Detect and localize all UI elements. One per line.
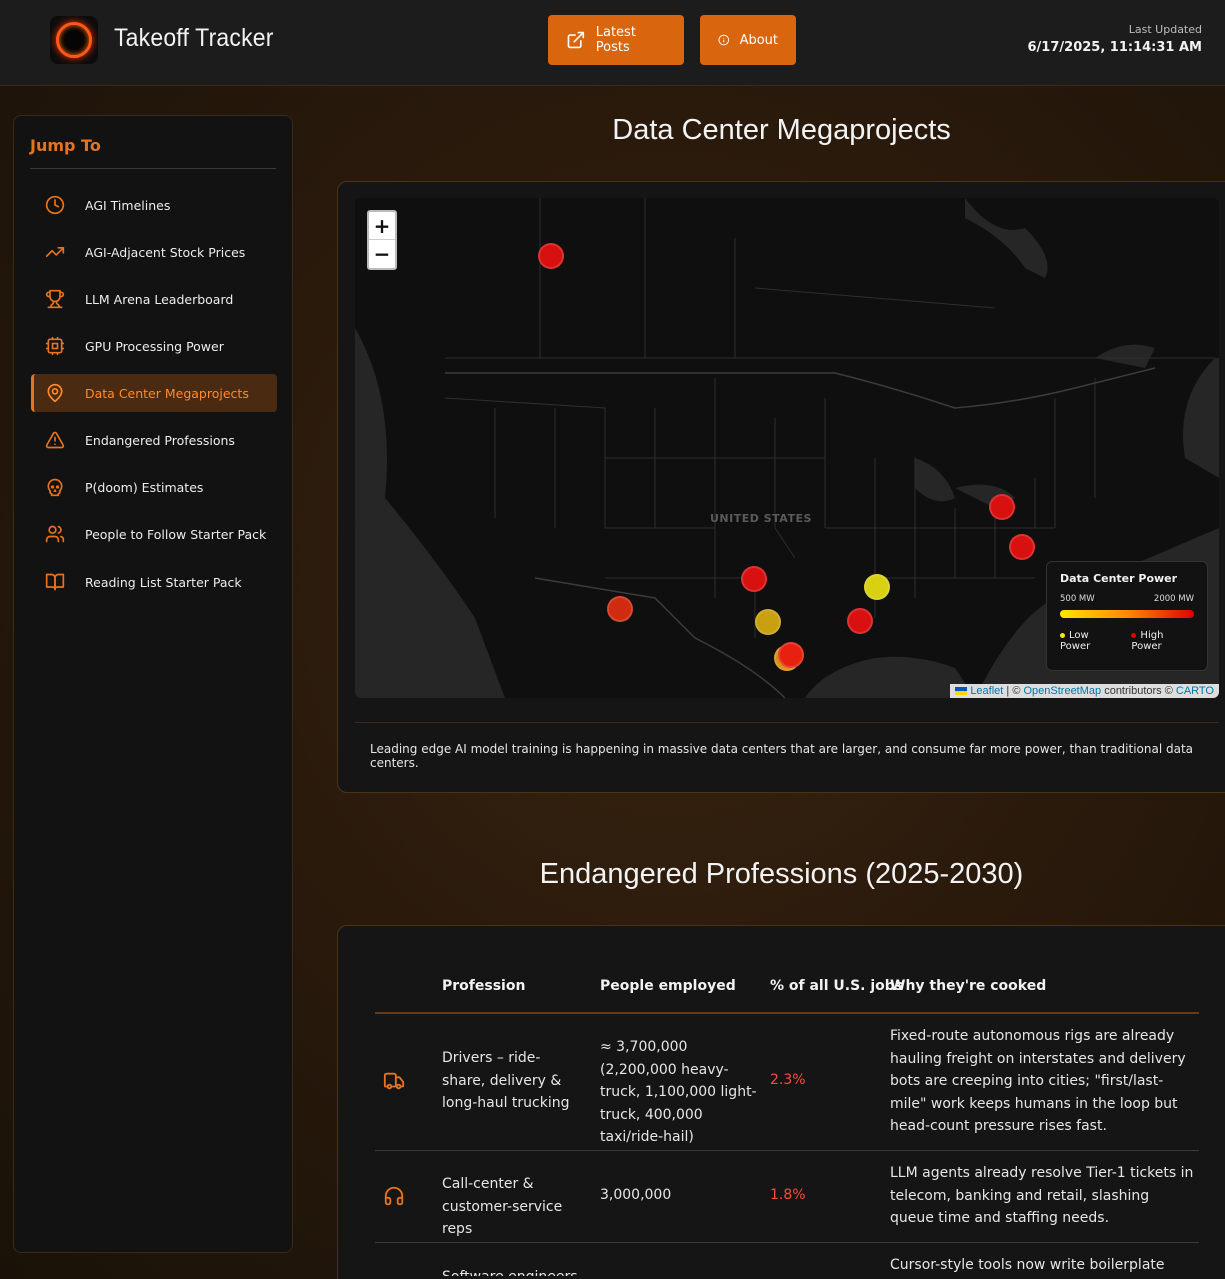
legend-gradient-bar [1060,610,1194,618]
data-center-map[interactable]: + − UNITED STATES Data Center Power 500 … [355,198,1219,698]
table-row-divider [375,1242,1199,1243]
sidebar-item-data-center[interactable]: Data Center Megaprojects [31,374,277,412]
jobs-percent: 1.8% [770,1187,806,1203]
sidebar-item-label: P(doom) Estimates [85,479,204,495]
professions-section-title: Endangered Professions (2025-2030) [539,858,1024,890]
data-center-marker[interactable] [1009,534,1035,560]
profession-name: Drivers – ride-share, delivery & long-ha… [442,1050,570,1111]
sidebar-item-label: People to Follow Starter Pack [85,526,267,542]
jobs-percent: 2.3% [770,1072,806,1088]
country-label: UNITED STATES [710,512,812,525]
map-attribution: Leaflet | © OpenStreetMap contributors ©… [950,684,1219,698]
data-center-section-title: Data Center Megaprojects [612,114,951,146]
sidebar-title: Jump To [30,136,101,155]
last-updated-value: 6/17/2025, 11:14:31 AM [1027,40,1202,55]
about-label: About [739,32,778,48]
legend-title: Data Center Power [1060,572,1178,585]
why-cooked: LLM agents already resolve Tier-1 ticket… [890,1165,1194,1226]
sidebar-item-label: Data Center Megaprojects [85,385,249,401]
about-button[interactable]: About [700,15,796,65]
table-header-rule [375,1012,1199,1014]
attribution-contributors: contributors © [1101,685,1176,697]
truck-icon [383,1072,405,1090]
data-center-marker[interactable] [538,243,564,269]
attribution-separator: | © [1003,685,1024,697]
sidebar-item-gpu-power[interactable]: GPU Processing Power [31,327,277,365]
zoom-in-button[interactable]: + [369,212,395,240]
skull-icon [47,478,63,497]
carto-link[interactable]: CARTO [1176,685,1214,697]
legend-min-label: 500 MW [1060,594,1095,604]
sidebar-divider [30,168,276,169]
people-employed: 3,000,000 [600,1187,672,1203]
professions-card: Profession People employed % of all U.S.… [337,925,1225,1279]
sidebar-item-label: AGI Timelines [85,197,171,213]
why-cooked: Fixed-route autonomous rigs are already … [890,1028,1186,1134]
data-center-marker[interactable] [778,642,804,668]
why-cooked: Cursor-style tools now write boilerplate… [890,1257,1165,1273]
profession-name: Call-center & customer-service reps [442,1176,563,1237]
sidebar-item-label: Reading List Starter Pack [85,574,242,590]
cpu-icon [45,336,65,356]
zoom-out-button[interactable]: − [369,240,395,268]
sidebar-item-pdoom[interactable]: P(doom) Estimates [31,468,277,506]
sidebar-item-endangered-professions[interactable]: Endangered Professions [31,421,277,459]
data-center-caption: Leading edge AI model training is happen… [370,742,1194,770]
legend-max-label: 2000 MW [1153,594,1194,604]
data-center-marker[interactable] [607,596,633,622]
leaflet-link[interactable]: Leaflet [970,685,1003,697]
legend-low-key: Low Power [1060,630,1091,652]
trophy-icon [45,289,65,309]
sidebar-item-label: GPU Processing Power [85,338,224,354]
sidebar-item-stock-prices[interactable]: AGI-Adjacent Stock Prices [31,233,277,271]
card-divider [355,722,1219,723]
table-header-percent: % of all U.S. jobs [770,978,904,994]
table-row-divider [375,1150,1199,1151]
sidebar-item-llm-arena[interactable]: LLM Arena Leaderboard [31,280,277,318]
map-pin-icon [47,383,63,403]
clock-icon [45,195,65,215]
book-icon [45,573,65,591]
sidebar-item-label: AGI-Adjacent Stock Prices [85,244,246,260]
ukraine-flag-icon [955,687,968,696]
data-center-card: + − UNITED STATES Data Center Power 500 … [337,181,1225,793]
data-center-marker[interactable] [755,609,781,635]
headset-icon [384,1186,404,1206]
sidebar-item-label: LLM Arena Leaderboard [85,291,234,307]
warning-icon [45,431,65,449]
legend-high-key: High Power [1131,630,1164,652]
info-icon [718,34,730,46]
table-header-profession: Profession [442,978,526,994]
openstreetmap-link[interactable]: OpenStreetMap [1023,685,1101,697]
sidebar-item-people-to-follow[interactable]: People to Follow Starter Pack [31,515,277,553]
table-header-employed: People employed [600,978,736,994]
jump-to-sidebar: Jump To AGI Timelines AGI-Adjacent Stock… [13,115,293,1253]
data-center-marker[interactable] [989,494,1015,520]
latest-posts-button[interactable]: Latest Posts [548,15,684,65]
profession-name: Software engineers [442,1266,592,1276]
sidebar-item-agi-timelines[interactable]: AGI Timelines [31,186,277,224]
last-updated-label: Last Updated [1128,23,1202,36]
map-legend: Data Center Power 500 MW 2000 MW Low Pow… [1046,561,1208,671]
latest-posts-label: Latest Posts [595,25,636,55]
table-header-why: Why they're cooked [890,978,1047,994]
map-zoom-control: + − [367,210,397,270]
sidebar-item-label: Endangered Professions [85,432,235,448]
users-icon [45,525,65,543]
app-title: Takeoff Tracker [114,24,274,52]
app-header: Takeoff Tracker Latest Posts About Last … [0,0,1225,86]
people-employed: ≈ 3,700,000 (2,200,000 heavy-truck, 1,10… [600,1039,757,1145]
data-center-marker[interactable] [741,566,767,592]
data-center-marker[interactable] [864,574,890,600]
data-center-marker[interactable] [847,608,873,634]
sidebar-item-reading-list[interactable]: Reading List Starter Pack [31,563,277,601]
external-link-icon [567,31,585,49]
app-logo[interactable] [50,16,98,64]
trending-up-icon [45,247,65,257]
